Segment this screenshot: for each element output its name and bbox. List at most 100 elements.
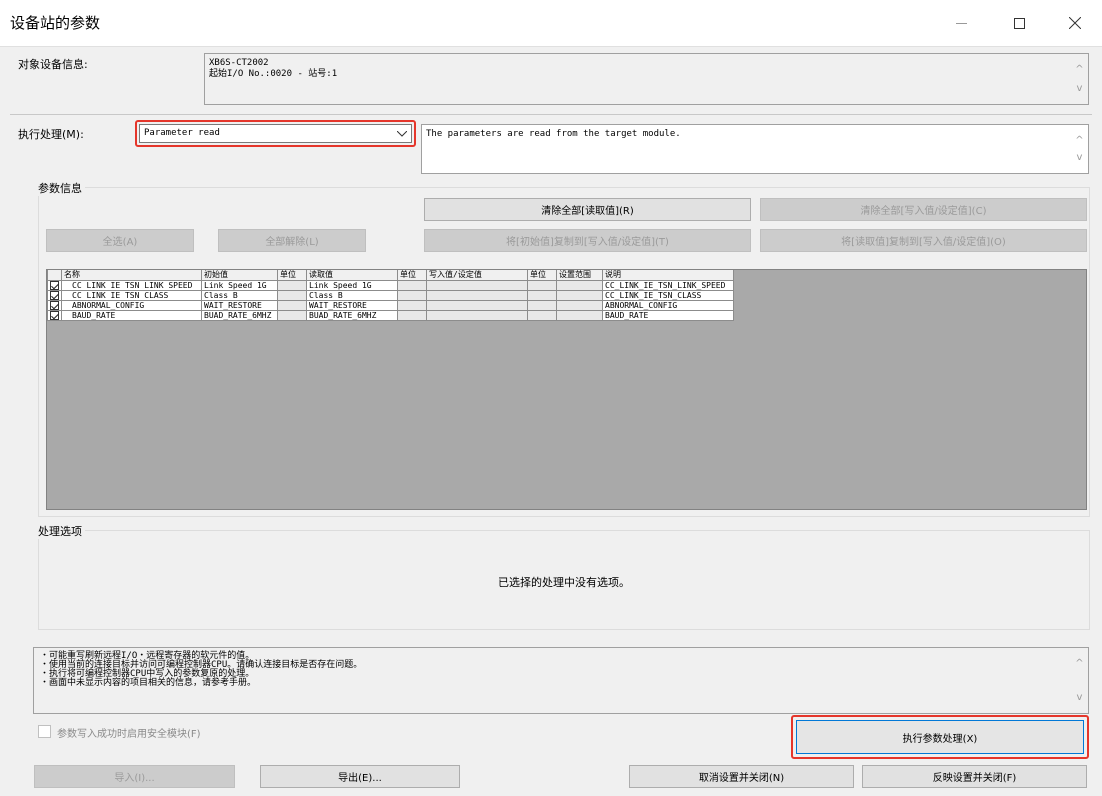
param-initial: BUAD_RATE_6MHZ — [201, 309, 278, 321]
import-button[interactable]: 导入(I)... — [34, 765, 235, 788]
column-header: 说明 — [602, 270, 734, 281]
column-header: 写入值/设定值 — [426, 270, 528, 281]
options-group-title: 处理选项 — [35, 523, 85, 539]
copy-read-to-write-button[interactable]: 将[读取值]复制到[写入值/设定值](O) — [760, 229, 1087, 252]
param-read[interactable]: Link Speed 1G — [306, 279, 398, 291]
divider — [10, 114, 1092, 115]
param-initial: Class B — [201, 289, 278, 301]
deselect-all-button[interactable]: 全部解除(L) — [218, 229, 366, 252]
param-unit — [277, 309, 307, 321]
process-select-value: Parameter read — [144, 128, 220, 138]
column-header: 初始值 — [201, 270, 278, 281]
close-button[interactable] — [1052, 8, 1098, 38]
target-device-info-box[interactable]: XB6S-CT2002 起始I/O No.:0020 - 站号:1 ^ v — [204, 53, 1089, 105]
parameter-table: 名称 初始值 单位 读取值 单位 写入值/设定值 单位 设置范围 说明 CC L… — [47, 270, 734, 321]
maximize-button[interactable] — [996, 8, 1042, 38]
param-desc: CC_LINK_IE_TSN_CLASS — [602, 289, 734, 301]
param-unit — [527, 299, 557, 311]
param-unit — [527, 309, 557, 321]
notes-box[interactable]: ・可能重写刷新远程I/O・远程寄存器的软元件的值。 ・使用当前的连接目标并访问可… — [33, 647, 1089, 714]
param-range — [556, 309, 603, 321]
safety-module-label: 参数写入成功时启用安全模块(F) — [57, 729, 201, 740]
copy-initial-to-write-button[interactable]: 将[初始值]复制到[写入值/设定值](T) — [424, 229, 751, 252]
column-header: 单位 — [277, 270, 307, 281]
column-header: 读取值 — [306, 270, 398, 281]
minimize-button[interactable] — [938, 8, 984, 38]
param-read[interactable]: Class B — [306, 289, 398, 301]
param-name: CC LINK IE TSN CLASS — [61, 289, 202, 301]
param-unit — [277, 289, 307, 301]
param-range — [556, 299, 603, 311]
maximize-icon — [1013, 17, 1025, 29]
scroll-down-icon: v — [1076, 692, 1083, 703]
table-row[interactable]: BAUD_RATE BUAD_RATE_6MHZ BUAD_RATE_6MHZ … — [47, 309, 734, 321]
checkbox-checked-icon — [50, 300, 59, 310]
safety-module-checkbox[interactable] — [38, 725, 51, 738]
param-range — [556, 279, 603, 291]
param-initial: Link Speed 1G — [201, 279, 278, 291]
param-write[interactable] — [426, 299, 528, 311]
execute-parameter-process-button[interactable]: 执行参数处理(X) — [796, 720, 1084, 754]
notes-text: ・可能重写刷新远程I/O・远程寄存器的软元件的值。 ・使用当前的连接目标并访问可… — [40, 652, 362, 688]
options-message: 已选择的处理中没有选项。 — [498, 576, 630, 589]
device-info-scrollbar[interactable]: ^ v — [1071, 54, 1088, 104]
description-scrollbar[interactable]: ^ v — [1071, 125, 1088, 173]
param-name: CC LINK IE TSN LINK SPEED — [61, 279, 202, 291]
param-write[interactable] — [426, 279, 528, 291]
checkbox-checked-icon — [50, 290, 59, 300]
process-description-box[interactable]: The parameters are read from the target … — [421, 124, 1089, 174]
parameter-info-title: 参数信息 — [35, 180, 85, 196]
row-checkbox[interactable] — [47, 289, 62, 301]
process-select[interactable]: Parameter read — [139, 124, 412, 143]
param-write[interactable] — [426, 309, 528, 321]
column-header: 单位 — [397, 270, 427, 281]
device-model-text: XB6S-CT2002 — [209, 58, 269, 68]
scroll-up-icon: ^ — [1075, 135, 1084, 146]
param-unit — [397, 299, 427, 311]
param-range — [556, 289, 603, 301]
param-unit — [277, 299, 307, 311]
apply-and-close-button[interactable]: 反映设置并关闭(F) — [862, 765, 1087, 788]
scroll-down-icon: v — [1076, 152, 1083, 163]
title-bar — [0, 0, 1102, 46]
column-header: 设置范围 — [556, 270, 603, 281]
column-header: 名称 — [61, 270, 202, 281]
minimize-icon — [955, 22, 967, 24]
table-row[interactable]: CC LINK IE TSN CLASS Class B Class B CC_… — [47, 289, 734, 301]
param-unit — [397, 279, 427, 291]
param-unit — [527, 279, 557, 291]
cancel-and-close-button[interactable]: 取消设置并关闭(N) — [629, 765, 854, 788]
table-header-row: 名称 初始值 单位 读取值 单位 写入值/设定值 单位 设置范围 说明 — [47, 270, 734, 281]
row-checkbox[interactable] — [47, 309, 62, 321]
table-row[interactable]: ABNORMAL_CONFIG WAIT_RESTORE WAIT_RESTOR… — [47, 299, 734, 311]
checkbox-checked-icon — [50, 310, 59, 320]
row-checkbox[interactable] — [47, 279, 62, 291]
param-read[interactable]: BUAD_RATE_6MHZ — [306, 309, 398, 321]
checkbox-checked-icon — [50, 280, 59, 290]
note-line: ・画面中未显示内容的项目相关的信息，请参考手册。 — [40, 678, 257, 688]
process-description: The parameters are read from the target … — [426, 129, 681, 139]
scroll-down-icon: v — [1076, 83, 1083, 94]
param-desc: CC_LINK_IE_TSN_LINK_SPEED — [602, 279, 734, 291]
parameter-grid: 名称 初始值 单位 读取值 单位 写入值/设定值 单位 设置范围 说明 CC L… — [46, 269, 1087, 510]
param-unit — [397, 289, 427, 301]
process-label: 执行处理(M): — [18, 128, 84, 141]
clear-read-values-button[interactable]: 清除全部[读取值](R) — [424, 198, 751, 221]
param-write[interactable] — [426, 289, 528, 301]
param-unit — [527, 289, 557, 301]
table-row[interactable]: CC LINK IE TSN LINK SPEED Link Speed 1G … — [47, 279, 734, 291]
target-device-label: 对象设备信息: — [18, 58, 88, 71]
chevron-down-icon — [397, 130, 407, 137]
param-read[interactable]: WAIT_RESTORE — [306, 299, 398, 311]
notes-scrollbar[interactable]: ^ v — [1071, 648, 1088, 713]
param-name: BAUD_RATE — [61, 309, 202, 321]
select-all-button[interactable]: 全选(A) — [46, 229, 194, 252]
row-checkbox[interactable] — [47, 299, 62, 311]
device-station-text: 起始I/O No.:0020 - 站号:1 — [209, 69, 338, 79]
export-button[interactable]: 导出(E)... — [260, 765, 460, 788]
title-separator — [0, 46, 1102, 47]
param-initial: WAIT_RESTORE — [201, 299, 278, 311]
close-icon — [1069, 17, 1081, 29]
scroll-up-icon: ^ — [1075, 658, 1084, 669]
clear-write-values-button[interactable]: 清除全部[写入值/设定值](C) — [760, 198, 1087, 221]
